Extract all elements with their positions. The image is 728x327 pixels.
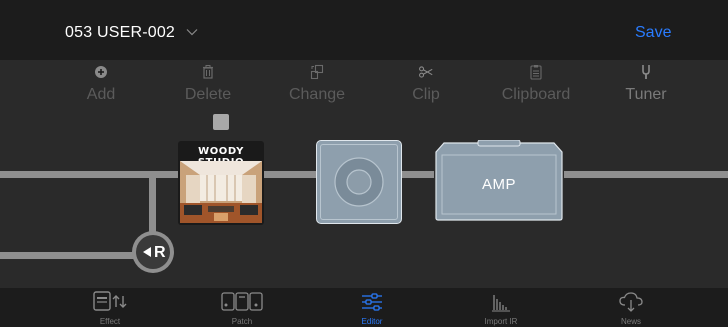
tab-effect-label: Effect <box>99 317 121 326</box>
cable-segment <box>564 171 728 178</box>
sliders-icon <box>362 293 382 311</box>
tuner-button[interactable]: Tuner <box>601 60 691 110</box>
patch-icon <box>221 292 263 311</box>
cloud-download-icon <box>619 292 643 312</box>
scissors-icon <box>419 66 433 78</box>
add-icon <box>95 66 107 78</box>
chevron-down-icon[interactable] <box>186 27 198 37</box>
clip-button[interactable]: Clip <box>381 60 471 110</box>
tuner-label: Tuner <box>625 86 667 103</box>
cable-segment <box>400 171 434 178</box>
clipboard-button[interactable]: Clipboard <box>491 60 581 110</box>
change-button[interactable]: Change <box>272 60 362 110</box>
tab-import-ir-label: Import IR <box>484 317 518 326</box>
add-label: Add <box>86 86 116 103</box>
tab-news[interactable]: News <box>586 288 676 327</box>
add-button[interactable]: Add <box>56 60 146 110</box>
tab-editor[interactable]: Editor <box>327 288 417 327</box>
app-window: 053 USER-002 Save Add Delete Change Clip… <box>0 0 728 327</box>
studio-image <box>180 161 262 223</box>
return-letter: R <box>154 244 166 261</box>
block-enable-checkbox[interactable] <box>213 114 229 130</box>
tab-patch[interactable]: Patch <box>197 288 287 327</box>
tab-effect[interactable]: Effect <box>65 288 155 327</box>
header-bar: 053 USER-002 Save <box>0 0 728 60</box>
return-node[interactable]: R <box>132 231 174 273</box>
edit-toolbar: Add Delete Change Clip Clipboard Tuner <box>0 60 728 110</box>
delete-button[interactable]: Delete <box>163 60 253 110</box>
tab-import-ir[interactable]: Import IR <box>456 288 546 327</box>
cabinet-block[interactable] <box>316 140 402 224</box>
return-node-inner: R <box>136 235 170 269</box>
tab-editor-label: Editor <box>361 317 383 326</box>
return-cable <box>149 171 156 233</box>
effect-block-woody-studio[interactable]: WOODY STUDIO <box>178 141 264 225</box>
trash-icon <box>203 65 213 79</box>
tuning-fork-icon <box>642 65 650 79</box>
patch-name[interactable]: 053 USER-002 <box>65 24 175 42</box>
save-button[interactable]: Save <box>635 24 671 42</box>
speaker-icon <box>334 157 384 207</box>
amp-block[interactable]: AMP <box>434 140 564 222</box>
effect-icon <box>93 291 127 311</box>
clipboard-icon <box>530 65 542 80</box>
amp-label: AMP <box>481 176 516 193</box>
return-arrow-icon <box>143 247 151 257</box>
bottom-tab-bar: Effect Patch Editor Import IR News <box>0 288 728 327</box>
clipboard-label: Clipboard <box>501 86 571 103</box>
return-cable <box>0 252 134 259</box>
tab-news-label: News <box>620 317 641 326</box>
change-label: Change <box>288 86 346 103</box>
signal-chain: WOODY STUDIO <box>0 110 728 288</box>
clip-label: Clip <box>412 86 440 103</box>
tab-patch-label: Patch <box>231 317 253 326</box>
delete-label: Delete <box>184 86 232 103</box>
import-ir-icon <box>492 295 510 312</box>
cable-segment <box>264 171 316 178</box>
change-icon <box>310 64 324 80</box>
